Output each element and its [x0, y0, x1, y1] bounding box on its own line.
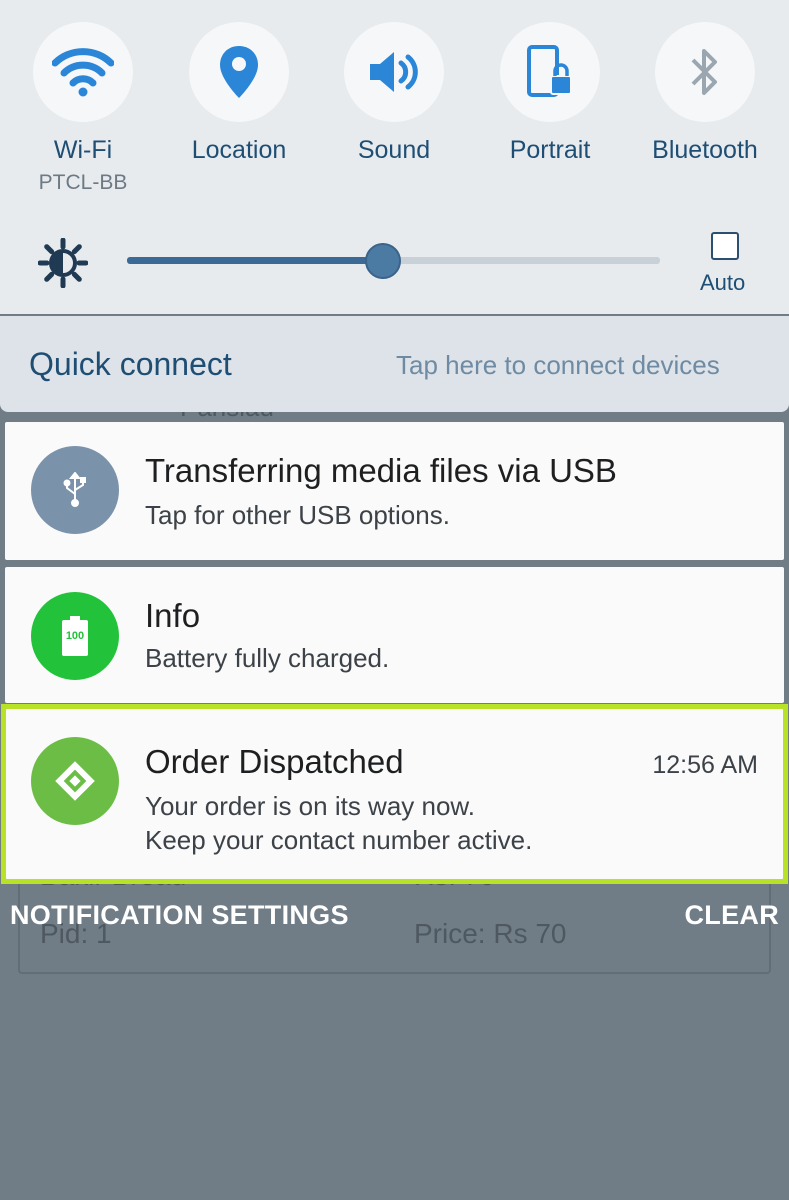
notification-info-body: Battery fully charged.	[145, 643, 390, 673]
speaker-icon	[370, 52, 418, 92]
bluetooth-icon	[691, 49, 717, 95]
bluetooth-tile-button[interactable]	[655, 22, 755, 122]
clear-button[interactable]: CLEAR	[685, 900, 780, 931]
quick-connect-hint: Tap here to connect devices	[396, 350, 720, 380]
sound-tile[interactable]: Sound	[329, 22, 459, 165]
brightness-slider-thumb[interactable]	[364, 243, 401, 279]
location-tile-button[interactable]	[189, 22, 289, 122]
notification-settings-button[interactable]: NOTIFICATION SETTINGS	[10, 900, 349, 931]
location-label: Location	[191, 136, 287, 164]
auto-brightness-label: Auto	[700, 270, 746, 295]
notification-usb-title: Transferring media files via USB	[145, 452, 617, 489]
wifi-tile[interactable]: Wi-Fi PTCL-BB	[18, 22, 148, 195]
portrait-tile-button[interactable]	[500, 22, 600, 122]
portrait-tile[interactable]: Portrait	[485, 22, 615, 165]
quick-settings-panel: Wi-Fi PTCL-BB Location Sound Portrait Bl…	[0, 0, 789, 314]
brightness-slider-fill	[127, 257, 383, 264]
portrait-lock-icon	[527, 45, 572, 97]
quick-connect-title: Quick connect	[29, 346, 232, 382]
location-tile[interactable]: Location	[174, 22, 304, 165]
wifi-network-name: PTCL-BB	[38, 171, 128, 194]
notification-info-icon-circle: 100	[31, 592, 119, 680]
bluetooth-label: Bluetooth	[652, 136, 758, 164]
notification-info-title: Info	[145, 597, 201, 634]
notification-usb-body: Tap for other USB options.	[145, 500, 450, 530]
highlight-frame	[1, 704, 788, 884]
battery-level-text: 100	[65, 630, 85, 642]
usb-icon	[63, 472, 86, 507]
notification-info[interactable]: 100 Info Battery fully charged.	[5, 567, 784, 703]
background-price: Price: Rs 70	[414, 918, 567, 949]
wifi-tile-button[interactable]	[33, 22, 133, 122]
wifi-label: Wi-Fi	[53, 136, 113, 164]
brightness-icon	[38, 238, 88, 288]
auto-brightness-checkbox[interactable]	[711, 232, 739, 260]
bluetooth-tile[interactable]: Bluetooth	[640, 22, 770, 165]
wifi-icon	[52, 48, 114, 97]
notification-usb-icon-circle	[31, 446, 119, 534]
portrait-label: Portrait	[509, 136, 591, 164]
quick-connect-bar[interactable]: Quick connect Tap here to connect device…	[0, 316, 789, 412]
notification-usb[interactable]: Transferring media files via USB Tap for…	[5, 422, 784, 560]
brightness-slider[interactable]	[127, 243, 660, 279]
location-pin-icon	[220, 46, 258, 98]
battery-full-icon: 100	[62, 616, 88, 656]
sound-tile-button[interactable]	[344, 22, 444, 122]
sound-label: Sound	[357, 136, 431, 164]
